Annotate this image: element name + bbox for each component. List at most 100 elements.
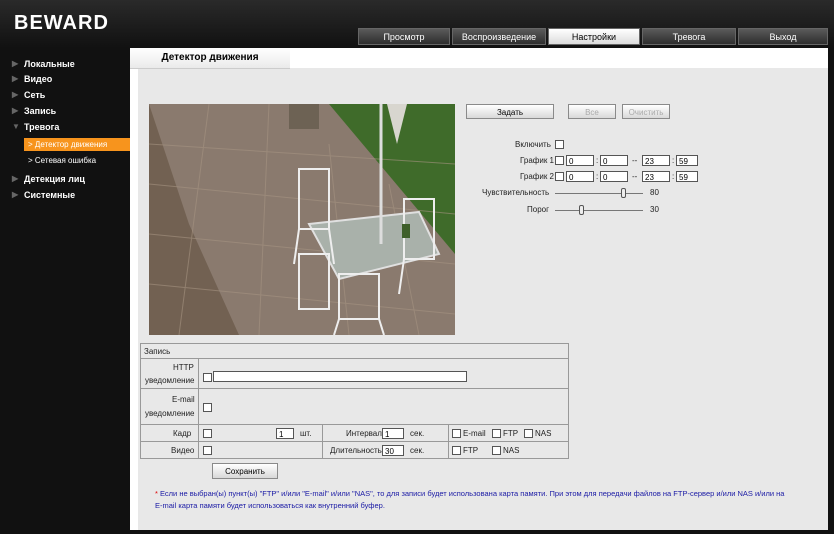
interval-unit: сек. [410,429,425,438]
sidebar-item-face-detection[interactable]: ▶ Детекция лиц [12,174,85,184]
schedule1-to-hour[interactable]: 23 [642,155,670,166]
schedule1-from-minute[interactable]: 0 [600,155,628,166]
beward-logo: BEWARD [14,12,109,34]
divider [448,424,449,458]
schedule1-to-minute[interactable]: 59 [676,155,698,166]
footnote-star: * [155,489,158,498]
camera-image [149,104,455,335]
frame-email-label: E-mail [463,429,486,438]
http-label: HTTP [173,363,194,372]
sidebar-item-alarm[interactable]: ▼ Тревога [12,122,59,132]
tab-playback[interactable]: Воспроизведение [452,28,546,45]
email-checkbox[interactable] [203,403,212,412]
sidebar-item-video[interactable]: ▶ Видео [12,74,52,84]
schedule2-label: График 2 [520,172,555,181]
interval-label: Интервал [346,429,382,438]
schedule1-from-hour[interactable]: 0 [566,155,594,166]
triangle-right-icon: ▶ [12,90,19,99]
frame-ftp-checkbox[interactable] [492,429,501,438]
schedule2-to-minute[interactable]: 59 [676,171,698,182]
video-nas-label: NAS [503,446,520,455]
schedule2-from-minute[interactable]: 0 [600,171,628,182]
triangle-right-icon: ▶ [12,174,19,183]
time-separator: : [596,172,599,181]
frame-count-input[interactable]: 1 [276,428,294,439]
divider [140,424,569,425]
sidebar-subitem-motion-detector[interactable]: > Детектор движения [24,138,130,151]
frame-nas-label: NAS [535,429,552,438]
triangle-right-icon: ▶ [12,74,19,83]
tab-settings[interactable]: Настройки [548,28,640,45]
sensitivity-slider[interactable] [621,188,626,198]
sidebar-item-record[interactable]: ▶ Запись [12,106,56,116]
duration-input[interactable]: 30 [382,445,404,456]
frame-email-checkbox[interactable] [452,429,461,438]
interval-input[interactable]: 1 [382,428,404,439]
http-url-input[interactable] [213,371,467,382]
schedule1-label: График 1 [520,156,555,165]
sidebar: ▶ Локальные ▶ Видео ▶ Сеть ▶ Запись ▼ Тревога… [0,48,130,534]
divider [140,441,569,442]
record-section-label: Запись [144,347,171,356]
tab-exit[interactable]: Выход [738,28,828,45]
sensitivity-value: 80 [650,188,659,197]
enable-checkbox[interactable] [555,140,564,149]
sidebar-item-system[interactable]: ▶ Системные [12,190,75,200]
footnote-line1: Если не выбран(ы) пункт(ы) "FTP" и/или "… [160,489,785,498]
frame-unit: шт. [300,429,312,438]
divider [140,358,569,359]
time-separator: : [672,156,675,165]
tab-alarm[interactable]: Тревога [642,28,736,45]
frame-checkbox[interactable] [203,429,212,438]
tab-view[interactable]: Просмотр [358,28,450,45]
range-dash: -- [632,156,638,165]
enable-label: Включить [515,140,551,149]
divider [322,424,323,458]
sidebar-subitem-network-error[interactable]: > Сетевая ошибка [28,156,96,165]
schedule2-from-hour[interactable]: 0 [566,171,594,182]
divider [198,358,199,458]
clear-area-button[interactable]: Очистить [622,104,670,119]
threshold-slider[interactable] [579,205,584,215]
email-label-2: уведомление [145,409,195,418]
video-label: Видео [171,446,195,455]
sensitivity-label: Чувствительность [482,188,550,197]
http-checkbox[interactable] [203,373,212,382]
schedule2-checkbox[interactable] [555,172,564,181]
frame-label: Кадр [173,429,192,438]
schedule1-checkbox[interactable] [555,156,564,165]
footnote: * Если не выбран(ы) пункт(ы) "FTP" и/или… [155,488,825,499]
threshold-track [555,210,643,211]
sidebar-item-local[interactable]: ▶ Локальные [12,59,75,69]
sidebar-item-network[interactable]: ▶ Сеть [12,90,45,100]
triangle-right-icon: ▶ [12,106,19,115]
video-ftp-label: FTP [463,446,479,455]
http-label-2: уведомление [145,376,195,385]
video-checkbox[interactable] [203,446,212,455]
divider [140,388,569,389]
schedule2-to-hour[interactable]: 23 [642,171,670,182]
save-button[interactable]: Сохранить [212,463,278,479]
range-dash: -- [632,172,638,181]
video-nas-checkbox[interactable] [492,446,501,455]
page-title-tab: Детектор движения [130,48,290,69]
email-label: E-mail [172,395,195,404]
chevron-right-icon: > [28,156,35,165]
time-separator: : [672,172,675,181]
duration-label: Длительность [330,446,382,455]
time-separator: : [596,156,599,165]
threshold-value: 30 [650,205,659,214]
chevron-right-icon: > [28,140,35,149]
footnote-line2: E-mail карта памяти будет использоваться… [155,501,385,510]
sensitivity-track [555,193,643,194]
camera-preview[interactable] [149,104,455,335]
duration-unit: сек. [410,446,425,455]
set-area-button[interactable]: Задать [466,104,554,119]
footnote-cont: E-mail карта памяти будет использоваться… [155,500,825,511]
triangle-right-icon: ▶ [12,190,19,199]
video-ftp-checkbox[interactable] [452,446,461,455]
select-all-button[interactable]: Все [568,104,616,119]
frame-nas-checkbox[interactable] [524,429,533,438]
triangle-right-icon: ▶ [12,59,19,68]
frame-ftp-label: FTP [503,429,519,438]
